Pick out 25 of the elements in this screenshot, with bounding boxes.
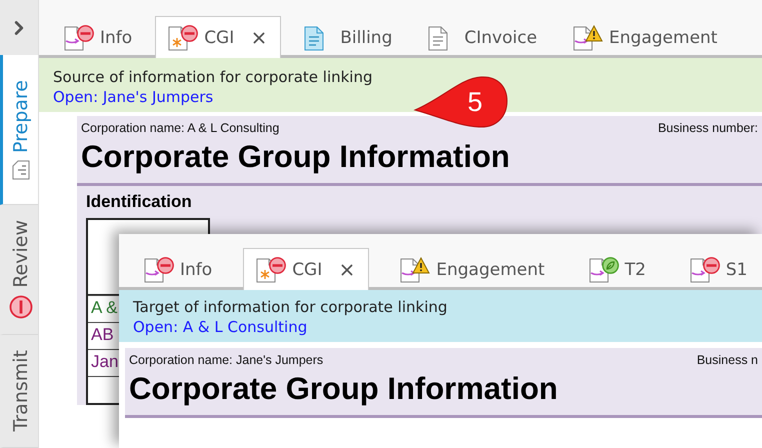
document-tab[interactable]: Info (51, 16, 146, 58)
document-tab[interactable]: CGI (155, 16, 282, 58)
document-tab[interactable]: Engagement (387, 248, 558, 290)
banner-text: Source of information for corporate linking (53, 68, 374, 86)
form-title: Corporate Group Information (77, 135, 762, 186)
document-tab[interactable]: CInvoice (415, 16, 550, 58)
document-lines-icon (428, 26, 448, 50)
sidebar-tab[interactable]: Prepare (0, 55, 38, 205)
document-tab[interactable]: S1 (676, 248, 760, 290)
business-number-label: Business number: (658, 121, 758, 135)
corporation-name: Corporation name: A & L Consulting (81, 121, 280, 135)
document-tab[interactable]: Engagement (560, 16, 730, 58)
section-heading: Identification (85, 191, 193, 213)
open-link[interactable]: Open: Jane's Jumpers (53, 88, 214, 106)
document-tab[interactable]: CGI (243, 248, 370, 290)
document-tab[interactable]: Info (131, 248, 226, 290)
document-arrow-icon (400, 258, 420, 282)
step-callout: 5 (413, 74, 509, 130)
form-title: Corporate Group Information (125, 367, 762, 418)
business-number-label: Business n (696, 353, 758, 367)
document-tab[interactable]: T2 (576, 248, 659, 290)
document-arrow-icon (573, 26, 594, 50)
document-lines-icon (304, 26, 324, 50)
report-icon (12, 160, 30, 180)
document-tab[interactable]: Billing (291, 16, 406, 58)
